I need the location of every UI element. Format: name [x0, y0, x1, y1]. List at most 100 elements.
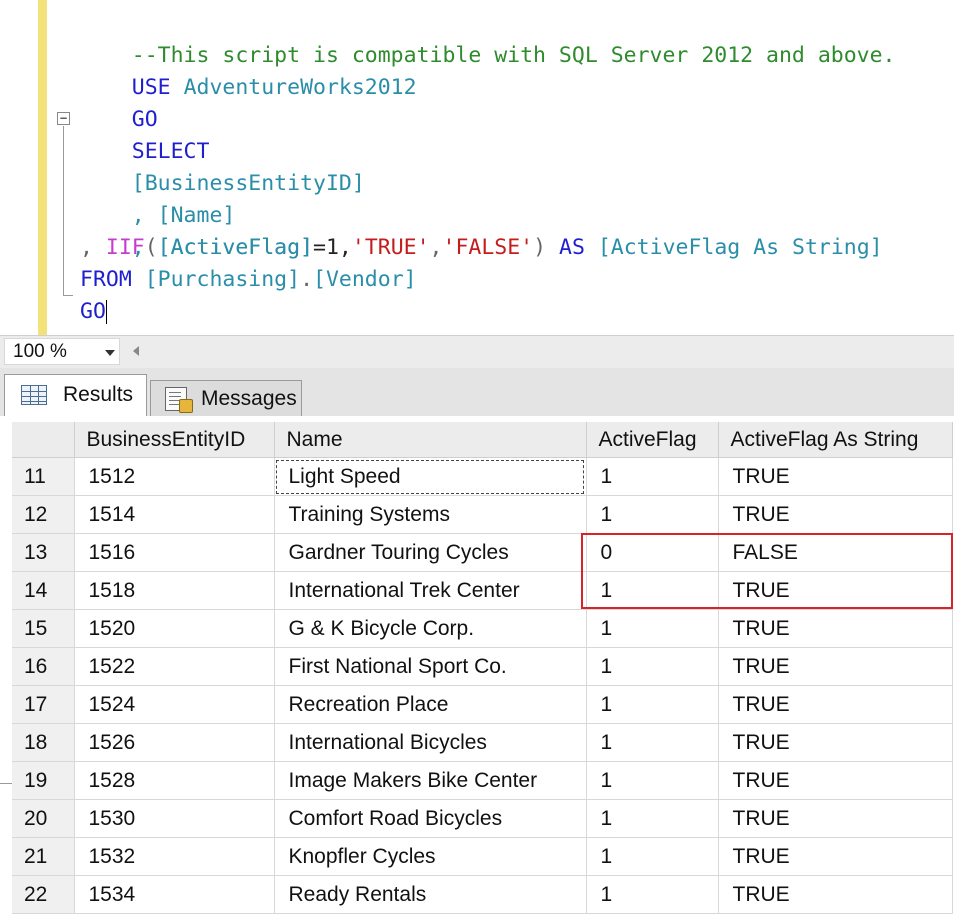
tab-results-label: Results — [63, 383, 134, 406]
row-number[interactable]: 21 — [12, 837, 75, 876]
code-line-7: , [ActiveFlag] — [80, 200, 313, 260]
row-number[interactable]: 11 — [12, 457, 75, 496]
table-row[interactable]: 19 1528 Image Makers Bike Center 1 TRUE — [12, 761, 953, 800]
cell-businessentityid[interactable]: 1514 — [74, 495, 275, 534]
column-header-activeflag-as-string[interactable]: ActiveFlag As String — [718, 422, 953, 458]
row-number[interactable]: 14 — [12, 571, 75, 610]
table-row[interactable]: 18 1526 International Bicycles 1 TRUE — [12, 723, 953, 762]
cell-businessentityid[interactable]: 1528 — [74, 761, 275, 800]
table-row[interactable]: 16 1522 First National Sport Co. 1 TRUE — [12, 647, 953, 686]
editor-status-bar: 100 % — [0, 335, 954, 369]
cell-name[interactable]: International Bicycles — [274, 723, 587, 762]
code-line-9: FROM [Purchasing].[Vendor] — [80, 264, 417, 296]
table-row[interactable]: 15 1520 G & K Bicycle Corp. 1 TRUE — [12, 609, 953, 648]
column-header-activeflag[interactable]: ActiveFlag — [586, 422, 719, 458]
cell-name[interactable]: Training Systems — [274, 495, 587, 534]
column-header-name[interactable]: Name — [274, 422, 587, 458]
cell-activeflag-as-string[interactable]: TRUE — [718, 837, 953, 876]
row-number-header[interactable] — [12, 422, 75, 458]
cell-name[interactable]: Ready Rentals — [274, 875, 587, 914]
results-grid[interactable]: BusinessEntityID Name ActiveFlag ActiveF… — [12, 422, 954, 914]
zoom-value: 100 % — [13, 341, 67, 362]
table-row[interactable]: 17 1524 Recreation Place 1 TRUE — [12, 685, 953, 724]
cell-activeflag[interactable]: 1 — [586, 875, 719, 914]
cell-name[interactable]: Image Makers Bike Center — [274, 761, 587, 800]
sql-keyword-as: AS — [559, 235, 585, 260]
cell-activeflag-as-string[interactable]: TRUE — [718, 875, 953, 914]
cell-businessentityid[interactable]: 1518 — [74, 571, 275, 610]
cell-name[interactable]: Recreation Place — [274, 685, 587, 724]
sql-punct: , — [80, 235, 106, 260]
change-tracking-bar — [38, 0, 47, 335]
sql-column: [ActiveFlag] — [157, 235, 314, 260]
outline-end — [63, 295, 73, 296]
grid-icon — [21, 385, 47, 405]
cell-name[interactable]: G & K Bicycle Corp. — [274, 609, 587, 648]
cell-activeflag[interactable]: 1 — [586, 609, 719, 648]
code-line-6: , [Name] — [80, 168, 236, 228]
tab-messages[interactable]: Messages — [150, 380, 302, 416]
cell-activeflag[interactable]: 1 — [586, 799, 719, 838]
cell-activeflag[interactable]: 1 — [586, 837, 719, 876]
sql-keyword-go: GO — [80, 299, 106, 324]
code-line-4: SELECT — [80, 104, 210, 164]
cell-name[interactable]: Gardner Touring Cycles — [274, 533, 587, 572]
collapse-toggle-icon[interactable]: − — [57, 112, 70, 125]
cell-activeflag[interactable]: 1 — [586, 761, 719, 800]
results-table: BusinessEntityID Name ActiveFlag ActiveF… — [12, 422, 953, 914]
row-number[interactable]: 16 — [12, 647, 75, 686]
cell-activeflag[interactable]: 1 — [586, 457, 719, 496]
row-number[interactable]: 12 — [12, 495, 75, 534]
cell-businessentityid[interactable]: 1526 — [74, 723, 275, 762]
row-number[interactable]: 13 — [12, 533, 75, 572]
table-row[interactable]: 20 1530 Comfort Road Bicycles 1 TRUE — [12, 799, 953, 838]
highlight-annotation-box — [581, 533, 953, 609]
row-number[interactable]: 20 — [12, 799, 75, 838]
tab-results[interactable]: Results — [4, 374, 147, 416]
row-number[interactable]: 22 — [12, 875, 75, 914]
row-number[interactable]: 15 — [12, 609, 75, 648]
cell-activeflag-as-string[interactable]: TRUE — [718, 761, 953, 800]
sql-alias: [ActiveFlag As String] — [597, 235, 883, 260]
table-row[interactable]: 21 1532 Knopfler Cycles 1 TRUE — [12, 837, 953, 876]
table-row[interactable]: 12 1514 Training Systems 1 TRUE — [12, 495, 953, 534]
cell-name[interactable]: International Trek Center — [274, 571, 587, 610]
row-number[interactable]: 17 — [12, 685, 75, 724]
table-row[interactable]: 22 1534 Ready Rentals 1 TRUE — [12, 875, 953, 914]
sql-punct: , — [429, 235, 443, 260]
cell-businessentityid[interactable]: 1522 — [74, 647, 275, 686]
zoom-dropdown[interactable]: 100 % — [4, 338, 120, 365]
scroll-left-icon[interactable] — [133, 346, 139, 356]
row-number[interactable]: 18 — [12, 723, 75, 762]
cell-activeflag-as-string[interactable]: TRUE — [718, 609, 953, 648]
sql-function-iif: IIF — [105, 235, 145, 260]
cell-activeflag[interactable]: 1 — [586, 685, 719, 724]
cell-activeflag[interactable]: 1 — [586, 495, 719, 534]
cell-businessentityid[interactable]: 1530 — [74, 799, 275, 838]
cell-businessentityid[interactable]: 1532 — [74, 837, 275, 876]
cell-activeflag-as-string[interactable]: TRUE — [718, 495, 953, 534]
cell-businessentityid[interactable]: 1524 — [74, 685, 275, 724]
cell-name[interactable]: Comfort Road Bicycles — [274, 799, 587, 838]
cell-businessentityid[interactable]: 1516 — [74, 533, 275, 572]
code-line-2: USE AdventureWorks2012 — [80, 40, 417, 100]
cell-activeflag[interactable]: 1 — [586, 723, 719, 762]
query-editor[interactable]: − --This script is compatible with SQL S… — [0, 0, 954, 335]
cell-name[interactable]: First National Sport Co. — [274, 647, 587, 686]
cell-activeflag[interactable]: 1 — [586, 647, 719, 686]
cell-name[interactable]: Light Speed — [274, 457, 587, 496]
cell-activeflag-as-string[interactable]: TRUE — [718, 685, 953, 724]
cell-activeflag-as-string[interactable]: TRUE — [718, 723, 953, 762]
cell-activeflag-as-string[interactable]: TRUE — [718, 457, 953, 496]
row-number[interactable]: 19 — [12, 761, 75, 800]
cell-businessentityid[interactable]: 1534 — [74, 875, 275, 914]
cell-activeflag-as-string[interactable]: TRUE — [718, 799, 953, 838]
cell-name[interactable]: Knopfler Cycles — [274, 837, 587, 876]
sql-string-false: 'FALSE' — [442, 235, 534, 260]
table-row[interactable]: 11 1512 Light Speed 1 TRUE — [12, 457, 953, 496]
text-caret — [105, 300, 107, 324]
cell-businessentityid[interactable]: 1520 — [74, 609, 275, 648]
column-header-businessentityid[interactable]: BusinessEntityID — [74, 422, 275, 458]
cell-activeflag-as-string[interactable]: TRUE — [718, 647, 953, 686]
cell-businessentityid[interactable]: 1512 — [74, 457, 275, 496]
